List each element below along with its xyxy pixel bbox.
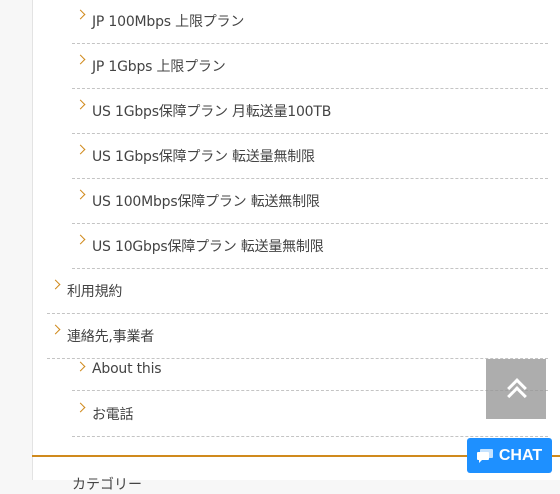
chevron-right-icon <box>75 54 86 65</box>
menu-item-label: JP 1Gbps 上限プラン <box>92 59 226 75</box>
menu-item-label: お電話 <box>92 407 134 423</box>
menu-item-us-100mbps-unlimited[interactable]: US 100Mbps保障プラン 転送無制限 <box>72 180 548 224</box>
menu-item-label: 利用規約 <box>67 284 123 300</box>
menu-item-label: JP 100Mbps 上限プラン <box>92 14 245 30</box>
chevron-right-icon <box>75 144 86 155</box>
chevron-right-icon <box>75 361 86 372</box>
menu-item-label: US 100Mbps保障プラン 転送無制限 <box>92 194 320 210</box>
chat-bubble-icon <box>476 448 493 463</box>
menu-item-label: 連絡先,事業者 <box>67 329 155 345</box>
chat-label: CHAT <box>498 446 543 464</box>
chevron-right-icon <box>50 279 61 290</box>
menu-item-label: US 1Gbps保障プラン 月転送量100TB <box>92 104 332 120</box>
chevron-right-icon <box>75 234 86 245</box>
scroll-to-top-button[interactable] <box>486 359 546 419</box>
menu-item-label: US 1Gbps保障プラン 転送量無制限 <box>92 149 315 165</box>
double-chevron-up-icon <box>506 378 527 406</box>
menu-item-label: About this <box>92 361 162 377</box>
menu-item-jp-100mbps[interactable]: JP 100Mbps 上限プラン <box>72 0 548 44</box>
menu-item-phone[interactable]: お電話 <box>72 393 548 437</box>
category-heading: カテゴリー <box>72 477 142 493</box>
menu-item-label: US 10Gbps保障プラン 転送量無制限 <box>92 239 324 255</box>
chevron-right-icon <box>75 9 86 20</box>
menu-item-us-1gbps-100tb[interactable]: US 1Gbps保障プラン 月転送量100TB <box>72 90 548 134</box>
menu-item-us-1gbps-unlimited[interactable]: US 1Gbps保障プラン 転送量無制限 <box>72 135 548 179</box>
menu-item-terms[interactable]: 利用規約 <box>47 270 548 314</box>
chevron-right-icon <box>75 402 86 413</box>
chevron-right-icon <box>50 324 61 335</box>
menu-item-us-10gbps-unlimited[interactable]: US 10Gbps保障プラン 転送量無制限 <box>72 225 548 269</box>
chat-button[interactable]: CHAT <box>467 438 552 473</box>
menu-item-about[interactable]: About this <box>72 352 548 391</box>
menu-item-jp-1gbps[interactable]: JP 1Gbps 上限プラン <box>72 45 548 89</box>
chevron-right-icon <box>75 99 86 110</box>
chevron-right-icon <box>75 189 86 200</box>
